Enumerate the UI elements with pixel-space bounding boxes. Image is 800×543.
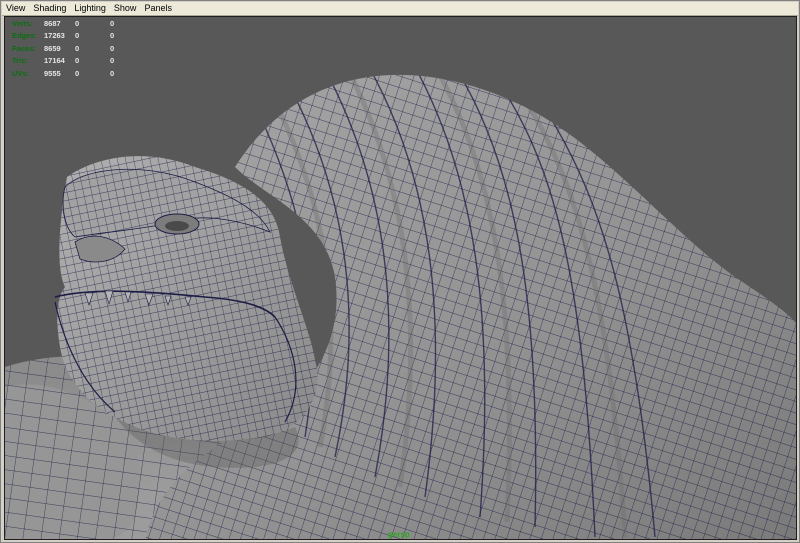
creature-wireframe-mesh xyxy=(5,74,796,539)
menu-show[interactable]: Show xyxy=(110,2,141,15)
menu-view[interactable]: View xyxy=(2,2,29,15)
menu-panels[interactable]: Panels xyxy=(140,2,176,15)
camera-name-label: persp xyxy=(388,530,410,539)
menu-lighting[interactable]: Lighting xyxy=(70,2,110,15)
panel-menubar: View Shading Lighting Show Panels xyxy=(2,2,798,16)
maya-panel-window: View Shading Lighting Show Panels Verts:… xyxy=(0,0,800,543)
menu-shading[interactable]: Shading xyxy=(29,2,70,15)
perspective-viewport[interactable]: Verts: 8687 0 0 Edges: 17263 0 0 Faces: … xyxy=(4,16,797,540)
